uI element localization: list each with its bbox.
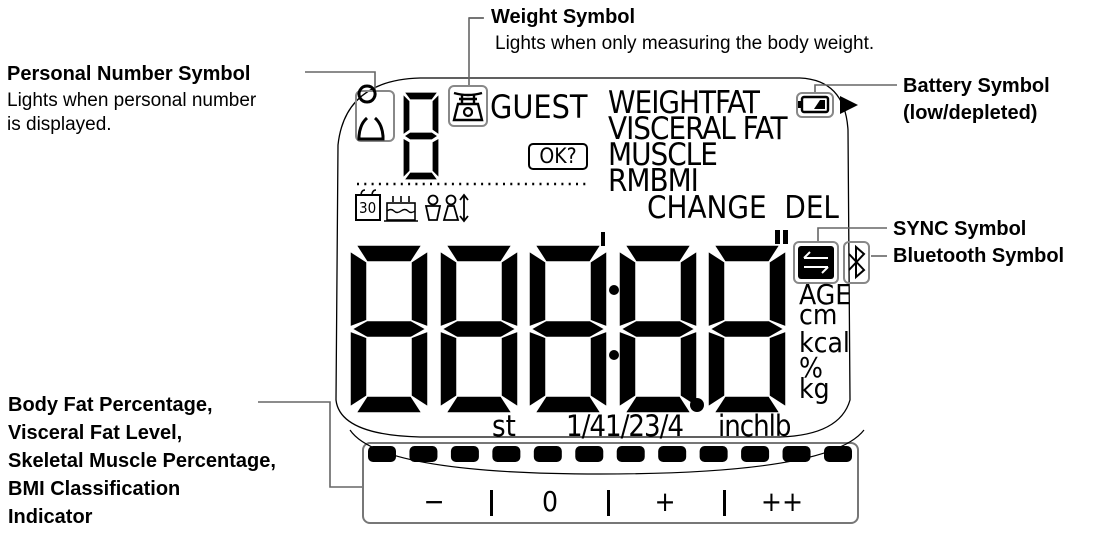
scale-divider-1 (490, 490, 493, 516)
indicator-segments (349, 429, 865, 475)
scale-label-plusplus: ++ (760, 485, 804, 518)
indicator-segment (533, 446, 562, 462)
scale-label-zero: 0 (541, 485, 559, 518)
scale-divider-3 (723, 490, 726, 516)
indicator-segment (409, 446, 438, 462)
indicator-segment (450, 446, 479, 462)
scale-divider-2 (607, 490, 610, 516)
indicator-segment (616, 446, 645, 462)
indicator-segment (492, 446, 521, 462)
scale-label-minus: − (423, 485, 445, 518)
indicator-segment (368, 446, 396, 462)
indicator-segment (575, 446, 604, 462)
indicator-segment (741, 446, 770, 462)
indicator-segment (658, 446, 687, 462)
indicator-segment (699, 446, 728, 462)
scale-label-plus: + (654, 485, 676, 518)
